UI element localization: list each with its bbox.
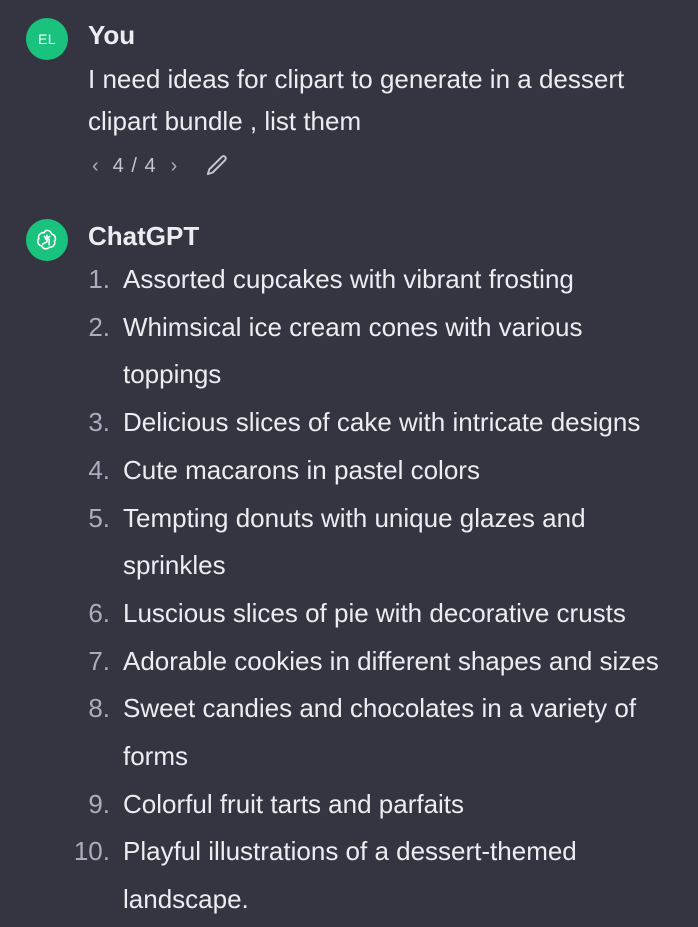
list-item-number: 7.: [88, 645, 110, 676]
openai-logo-icon: [26, 219, 68, 261]
message-pager: ‹ 4 / 4 ›: [88, 150, 231, 182]
list-item-text: Assorted cupcakes with vibrant frosting: [123, 264, 574, 294]
list-item-number: 6.: [88, 597, 110, 628]
list-item-text: Luscious slices of pie with decorative c…: [123, 597, 626, 628]
user-author-name: You: [88, 20, 136, 50]
list-item: 2. Whimsical ice cream cones with various…: [0, 304, 683, 399]
list-item-number: 4.: [88, 454, 110, 485]
list-item: 7. Adorable cookies in different shapes a…: [0, 638, 683, 686]
list-item-text: Tempting donuts with unique glazes and s…: [123, 502, 586, 581]
list-item-text: Cute macarons in pastel colors: [123, 454, 480, 485]
list-item-number: 5.: [88, 502, 110, 533]
list-item: 10. Playful illustrations of a dessert-th…: [0, 828, 683, 923]
list-item-text: Sweet candies and chocolates in a variet…: [123, 693, 637, 772]
chevron-right-icon[interactable]: ›: [167, 155, 182, 178]
list-item: 5. Tempting donuts with unique glazes and…: [0, 495, 683, 590]
list-item: 9. Colorful fruit tarts and parfaits: [0, 781, 683, 829]
assistant-response-list: 1. Assorted cupcakes with vibrant frostin…: [0, 256, 698, 924]
pager-count: 4 / 4: [112, 154, 157, 177]
list-item-number: 9.: [88, 788, 110, 819]
list-item-text: Playful illustrations of a dessert-theme…: [123, 836, 577, 915]
list-item: 3. Delicious slices of cake with intricat…: [0, 399, 683, 447]
list-item-number: 10.: [73, 836, 110, 867]
list-item: 4. Cute macarons in pastel colors: [0, 447, 683, 495]
list-item: 8. Sweet candies and chocolates in a vari…: [0, 685, 683, 780]
chevron-left-icon[interactable]: ‹: [88, 155, 103, 178]
list-item-number: 8.: [88, 693, 110, 724]
user-avatar: EL: [26, 18, 68, 60]
pencil-icon[interactable]: [203, 152, 231, 180]
user-avatar-initials: EL: [37, 31, 57, 47]
list-item-number: 3.: [88, 407, 110, 438]
user-message: EL You I need ideas for clipart to gener…: [0, 0, 698, 200]
list-item-number: 2.: [88, 311, 110, 342]
list-item: 1. Assorted cupcakes with vibrant frostin…: [0, 256, 683, 304]
list-item-text: Adorable cookies in different shapes and…: [123, 645, 659, 676]
list-item-number: 1.: [88, 264, 110, 294]
assistant-author-name: ChatGPT: [88, 221, 200, 251]
list-item-text: Delicious slices of cake with intricate …: [123, 407, 641, 438]
user-message-text: I need ideas for clipart to generate in …: [88, 64, 625, 136]
list-item-text: Whimsical ice cream cones with various t…: [123, 311, 583, 390]
list-item-text: Colorful fruit tarts and parfaits: [123, 788, 465, 819]
list-item: 6. Luscious slices of pie with decorative…: [0, 590, 683, 638]
